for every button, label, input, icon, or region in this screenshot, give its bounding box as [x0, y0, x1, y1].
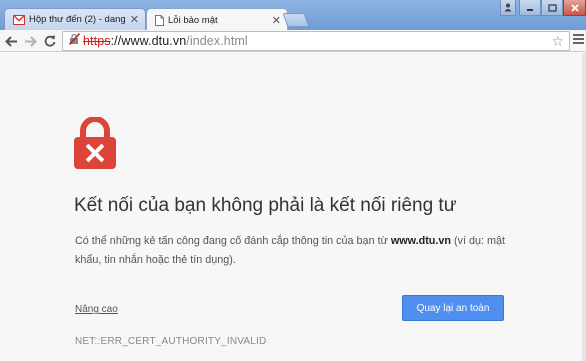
- maximize-button[interactable]: [541, 0, 563, 16]
- back-button[interactable]: [2, 32, 20, 50]
- url-text: https://www.dtu.vn/index.html: [83, 34, 248, 48]
- close-icon[interactable]: ✕: [272, 14, 281, 27]
- tab-gmail[interactable]: Hộp thư đến (2) - dangocuon ✕: [4, 8, 146, 30]
- title-bar: Hộp thư đến (2) - dangocuon ✕ Lỗi bảo mậ…: [0, 0, 586, 31]
- close-icon[interactable]: ✕: [130, 13, 139, 26]
- arrow-right-icon: [24, 35, 37, 47]
- forward-button[interactable]: [21, 32, 39, 50]
- description-host: www.dtu.vn: [390, 235, 451, 247]
- browser-toolbar: https://www.dtu.vn/index.html ☆: [0, 30, 586, 52]
- scrollbar[interactable]: [582, 53, 586, 361]
- url-separator: ://: [110, 34, 122, 48]
- arrow-left-icon: [4, 35, 17, 47]
- bookmark-star-icon[interactable]: ☆: [551, 33, 564, 50]
- error-description: Có thể những kẻ tấn công đang cố đánh cắ…: [75, 232, 515, 270]
- address-bar[interactable]: https://www.dtu.vn/index.html ☆: [62, 31, 570, 51]
- advanced-link[interactable]: Nâng cao: [75, 304, 118, 315]
- description-text: Có thể những kẻ tấn công đang cố đánh cắ…: [75, 235, 391, 247]
- tab-title: Lỗi bảo mật: [168, 14, 218, 26]
- new-tab-button[interactable]: [282, 13, 310, 27]
- reload-icon: [44, 35, 56, 47]
- menu-icon[interactable]: [573, 34, 584, 47]
- lock-icon: [74, 116, 116, 174]
- reload-button[interactable]: [41, 32, 59, 50]
- error-code: NET::ERR_CERT_AUTHORITY_INVALID: [75, 336, 267, 347]
- url-path: /index.html: [186, 34, 248, 48]
- error-page: Kết nối của bạn không phải là kết nối ri…: [0, 53, 586, 361]
- insecure-lock-icon[interactable]: [68, 32, 81, 50]
- tab-title: Hộp thư đến (2) - dangocuon: [29, 14, 126, 25]
- gmail-icon: [13, 14, 25, 25]
- page-icon: [155, 14, 164, 26]
- user-icon[interactable]: [500, 0, 516, 16]
- url-host: www.dtu.vn: [121, 34, 187, 48]
- tab-security-error[interactable]: Lỗi bảo mật ✕: [146, 8, 288, 31]
- close-window-button[interactable]: [563, 0, 586, 16]
- minimize-button[interactable]: [519, 0, 541, 16]
- back-to-safety-button[interactable]: Quay lại an toàn: [402, 295, 504, 321]
- error-heading: Kết nối của bạn không phải là kết nối ri…: [74, 195, 457, 216]
- url-scheme: https: [83, 34, 111, 48]
